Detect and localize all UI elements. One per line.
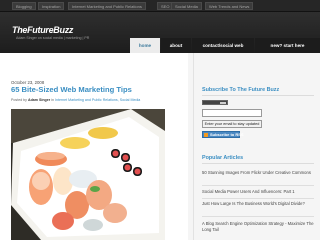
feed-count-badge[interactable] <box>202 100 228 105</box>
site-logo[interactable]: TheFutureBuzz <box>12 25 73 35</box>
popular-item-divider <box>202 216 314 217</box>
popular-article-link[interactable]: 50 Stunning Images From Flickr Under Cre… <box>202 170 314 176</box>
category-tag-blogging[interactable]: Blogging <box>12 2 36 10</box>
post-byline: Posted by Adam Singer in Internet Market… <box>11 98 140 102</box>
site-tagline: Adam Singer on social media | marketing … <box>16 36 90 40</box>
email-subscribe-button[interactable]: Enter your email to stay updated <box>202 120 262 128</box>
category-tag-social-media[interactable]: Social Media <box>171 2 202 10</box>
category-tag-internet-marketing[interactable]: Internet Marketing and Public Relations <box>68 2 146 10</box>
popular-item-divider <box>202 185 314 186</box>
post-categories[interactable]: Internet Marketing and Public Relations,… <box>55 98 140 102</box>
nav-tab-new-start-here[interactable]: new? start here <box>255 38 320 53</box>
nav-tab-about[interactable]: about <box>161 38 191 53</box>
main-column: October 23, 2008 65 Bite-Sized Web Marke… <box>0 53 188 240</box>
nav-tab-home[interactable]: home <box>130 38 160 53</box>
rss-subscribe-button[interactable]: Subscribe to RSS <box>202 131 244 138</box>
popular-article-link[interactable]: A Blog Search Engine Optimization Strate… <box>202 221 314 233</box>
popular-item-divider <box>202 198 314 199</box>
popular-article-link[interactable]: Just How Large Is The Business World's D… <box>202 201 314 207</box>
popular-divider <box>202 163 314 164</box>
post-image-sushi <box>11 109 165 240</box>
popular-articles-heading: Popular Articles <box>202 155 244 161</box>
main-navigation: home about contact/social web new? start… <box>130 38 320 53</box>
post-author[interactable]: Adam Singer <box>28 98 50 102</box>
sushi-plate-illustration <box>11 109 165 240</box>
subscribe-heading: Subscribe To The Future Buzz <box>202 87 280 93</box>
email-subscribe-input[interactable] <box>202 109 262 117</box>
rss-icon <box>204 132 208 137</box>
post-title[interactable]: 65 Bite-Sized Web Marketing Tips <box>11 85 132 94</box>
byline-in: in <box>51 98 54 102</box>
category-tag-web-trends[interactable]: Web Trends and News <box>205 2 254 10</box>
category-tag-inspiration[interactable]: Inspiration <box>38 2 65 10</box>
popular-article-link[interactable]: Social Media Power Users And Influencers… <box>202 189 314 195</box>
byline-prefix: Posted by <box>11 98 27 102</box>
top-category-bar: Blogging Inspiration Internet Marketing … <box>0 0 320 12</box>
subscribe-divider <box>202 95 314 96</box>
page-content: October 23, 2008 65 Bite-Sized Web Marke… <box>0 53 320 240</box>
sidebar: Subscribe To The Future Buzz Enter your … <box>193 53 320 240</box>
rss-button-label: Subscribe to RSS <box>210 132 244 137</box>
nav-tab-contact-social-web[interactable]: contact/social web <box>192 38 254 53</box>
